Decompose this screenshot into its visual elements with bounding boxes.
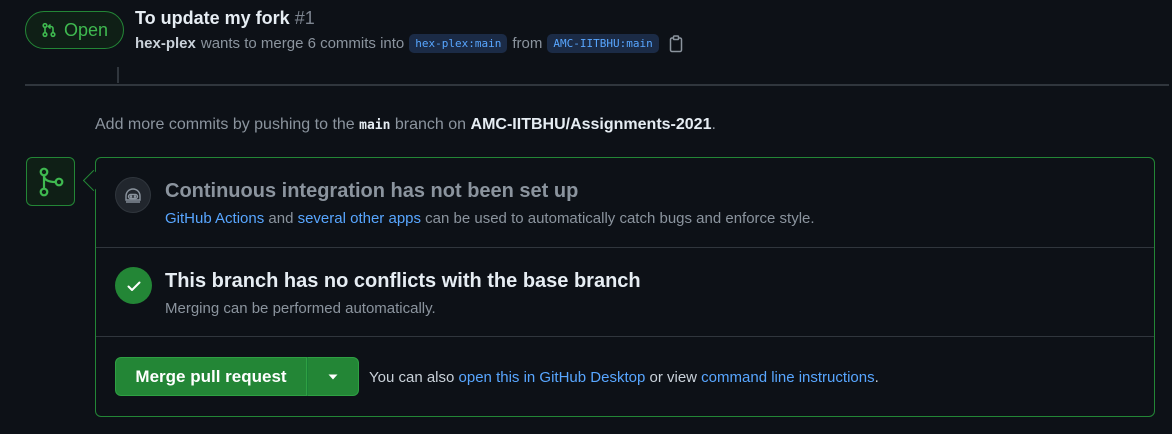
github-desktop-link[interactable]: open this in GitHub Desktop xyxy=(459,369,646,386)
ci-text-and: and xyxy=(268,210,294,227)
hint-suffix: . xyxy=(711,116,716,133)
ci-text-rest: can be used to automatically catch bugs … xyxy=(425,210,815,227)
merge-method-dropdown[interactable] xyxy=(307,357,359,396)
check-icon xyxy=(115,267,152,304)
pr-meta: hex-plex wants to merge 6 commits into h… xyxy=(135,34,684,53)
merge-alternatives-note: You can also open this in GitHub Desktop… xyxy=(369,369,879,386)
hint-middle: branch on xyxy=(394,116,467,133)
pr-state-label: Open xyxy=(63,19,109,40)
timeline-line xyxy=(117,67,119,83)
hint-prefix: Add more commits by pushing to the xyxy=(95,116,355,133)
ci-heading: Continuous integration has not been set … xyxy=(165,180,579,202)
git-merge-icon xyxy=(34,165,68,199)
pr-title: To update my fork #1 xyxy=(135,8,315,29)
hint-repo-link[interactable]: AMC-IITBHU/Assignments-2021 xyxy=(471,116,712,133)
command-line-instructions-link[interactable]: command line instructions xyxy=(701,369,874,386)
pr-author-link[interactable]: hex-plex xyxy=(135,35,196,52)
triangle-down-icon xyxy=(327,373,339,381)
head-branch-pill[interactable]: AMC-IITBHU:main xyxy=(547,34,659,53)
no-conflicts-heading: This branch has no conflicts with the ba… xyxy=(165,270,641,292)
actions-bot-icon xyxy=(115,177,151,213)
base-branch-pill[interactable]: hex-plex:main xyxy=(409,34,508,53)
pr-from-text: from xyxy=(512,35,543,52)
merge-status-icon-box xyxy=(26,157,75,206)
merge-box-separator xyxy=(96,336,1154,337)
merge-pull-request-button[interactable]: Merge pull request xyxy=(115,357,307,396)
note-prefix: You can also xyxy=(369,369,455,386)
other-apps-link[interactable]: several other apps xyxy=(298,210,421,227)
merge-box-separator xyxy=(96,247,1154,248)
no-conflicts-description: Merging can be performed automatically. xyxy=(165,300,436,317)
timeline-divider xyxy=(25,84,1169,86)
hint-branch: main xyxy=(359,118,391,133)
pr-number: #1 xyxy=(294,8,315,28)
pr-state-badge: Open xyxy=(25,11,124,49)
git-pull-request-icon xyxy=(41,22,57,38)
ci-description: GitHub Actions and several other apps ca… xyxy=(165,210,815,227)
note-suffix: . xyxy=(874,369,879,386)
github-actions-link[interactable]: GitHub Actions xyxy=(165,210,264,227)
copy-icon[interactable] xyxy=(668,34,684,53)
push-hint: Add more commits by pushing to the main … xyxy=(95,116,716,134)
pr-title-text: To update my fork xyxy=(135,8,290,28)
note-middle: or view xyxy=(649,369,697,386)
pr-merge-text: wants to merge 6 commits into xyxy=(200,35,405,52)
